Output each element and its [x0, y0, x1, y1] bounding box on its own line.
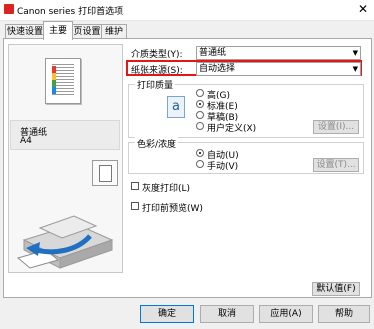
color-intensity-title: 色彩/浓度 [135, 137, 179, 150]
quality-standard-radio[interactable] [196, 100, 204, 108]
tab-quick-setup[interactable]: 快速设置 [5, 24, 45, 39]
media-type-label: 介质类型(Y): [131, 50, 183, 60]
chevron-down-icon: ▼ [352, 65, 358, 73]
preview-size-label: A4 [20, 136, 32, 146]
close-icon[interactable]: ✕ [358, 3, 368, 15]
quality-settings-button[interactable]: 设置(I)... [313, 120, 359, 134]
quality-high-radio[interactable] [196, 89, 204, 97]
color-manual-radio[interactable] [196, 160, 204, 168]
grayscale-label: 灰度打印(L) [142, 184, 191, 194]
canon-printer-icon [4, 4, 14, 14]
color-bar-graphic [52, 66, 56, 94]
ok-button[interactable]: 确定 [140, 305, 194, 323]
page-preview-button[interactable] [92, 160, 118, 186]
printer-illustration [16, 215, 114, 269]
chevron-down-icon: ▼ [352, 49, 358, 57]
paper-source-label: 纸张来源(S): [131, 66, 183, 76]
media-type-select[interactable]: 普通纸 ▼ [196, 46, 361, 60]
paper-source-value: 自动选择 [199, 64, 236, 74]
page-icon [99, 165, 112, 182]
color-manual-label: 手动(V) [207, 162, 239, 172]
color-settings-button[interactable]: 设置(T)... [313, 158, 359, 172]
quality-draft-radio[interactable] [196, 111, 204, 119]
help-button[interactable]: 帮助 [318, 305, 370, 323]
title-bar: Canon series 打印首选项 ✕ [0, 0, 374, 21]
tab-maintenance[interactable]: 维护 [101, 24, 127, 39]
tab-page-setup[interactable]: 页设置 [71, 24, 103, 39]
apply-button[interactable]: 应用(A) [259, 305, 313, 323]
defaults-button[interactable]: 默认值(F) [312, 282, 360, 296]
tab-main[interactable]: 主要 [43, 21, 73, 40]
media-type-value: 普通纸 [199, 48, 227, 58]
color-auto-radio[interactable] [196, 149, 204, 157]
preview-label: 打印前预览(W) [142, 204, 203, 214]
cancel-button[interactable]: 取消 [200, 305, 254, 323]
preview-checkbox[interactable] [131, 202, 139, 210]
quality-custom-radio[interactable] [196, 122, 204, 130]
quality-custom-label: 用户定义(X) [207, 124, 257, 134]
print-quality-title: 打印质量 [135, 78, 176, 91]
quality-sample-icon: a [167, 96, 185, 118]
grayscale-checkbox[interactable] [131, 182, 139, 190]
paper-source-select[interactable]: 自动选择 ▼ [196, 62, 361, 76]
window-title: Canon series 打印首选项 [17, 7, 124, 17]
